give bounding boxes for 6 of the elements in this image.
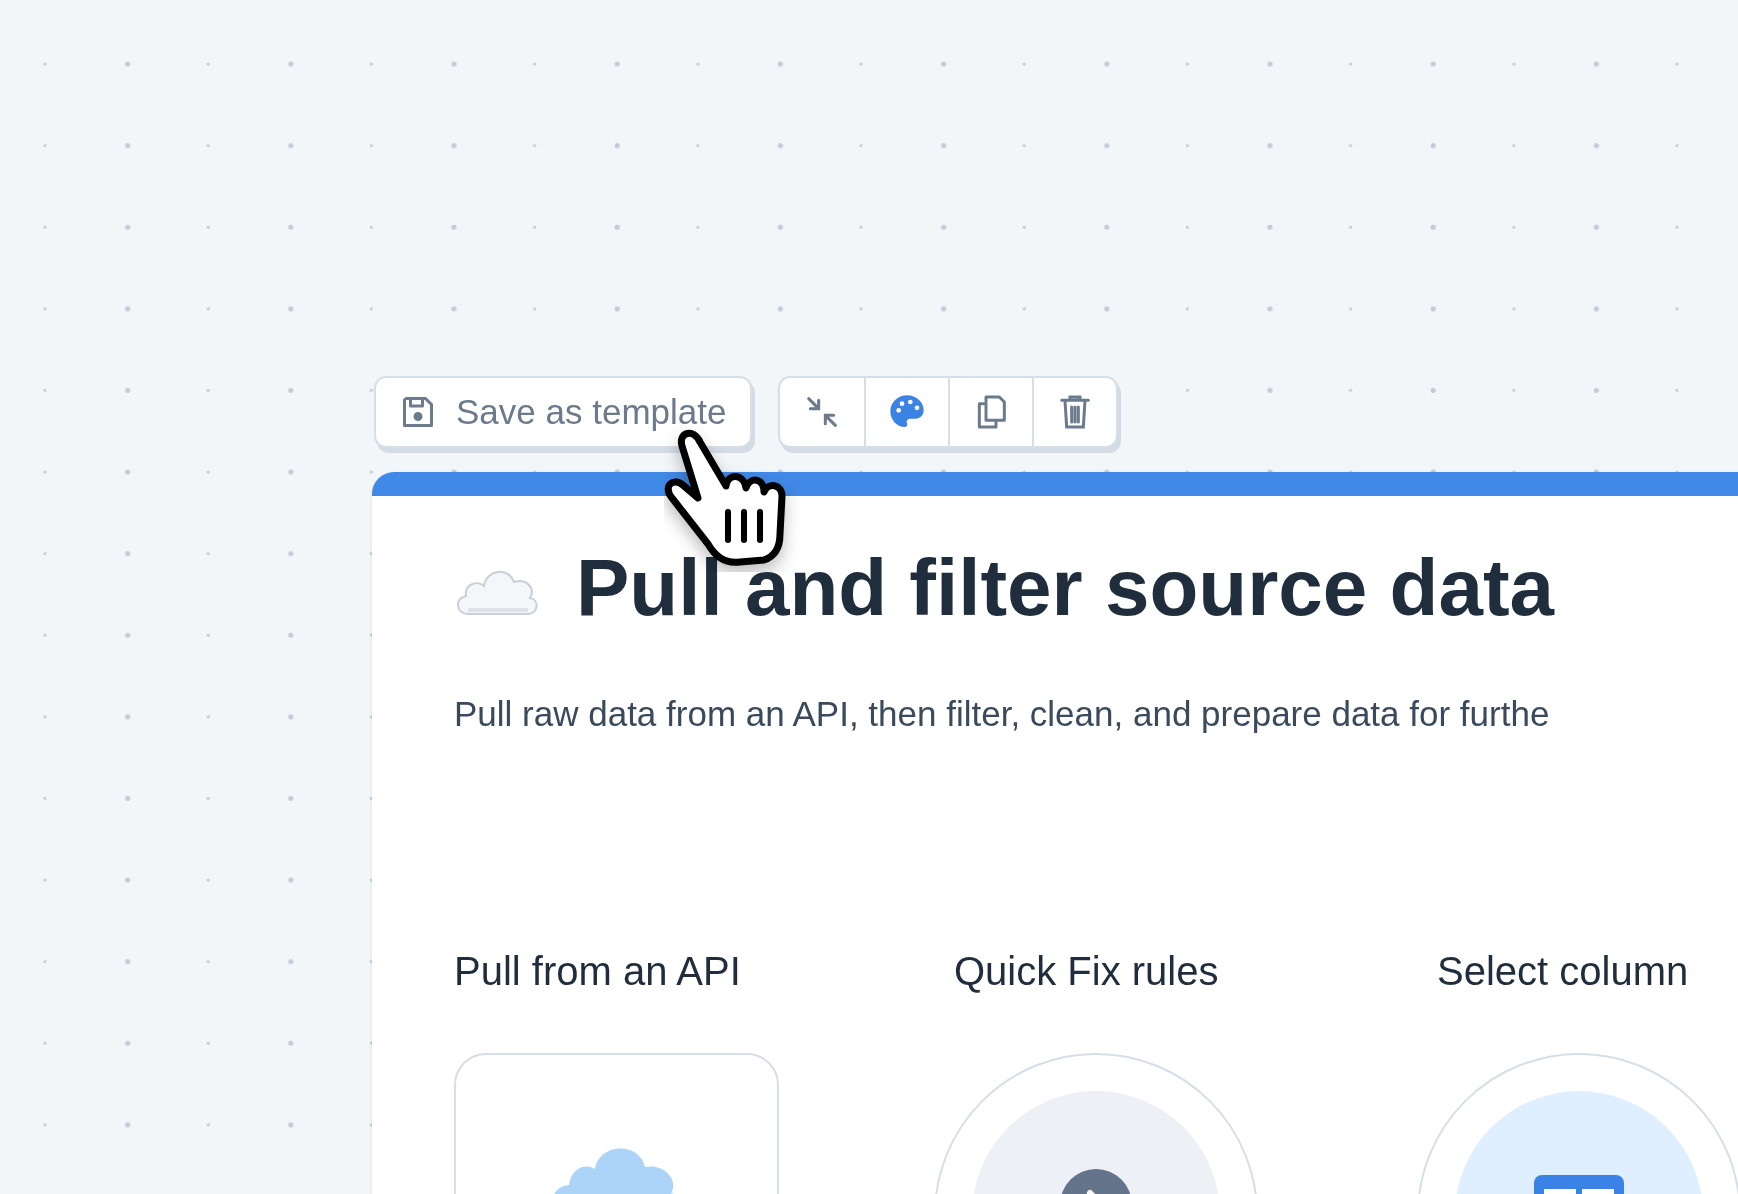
step-label: Select column (1437, 947, 1689, 995)
card-description: Pull raw data from an API, then filter, clean, and prepare data for furthe (454, 693, 1551, 735)
step-label: Quick Fix rules (954, 947, 1219, 995)
api-step-node[interactable] (454, 1052, 779, 1194)
card-title: Pull and filter source data (576, 548, 1554, 628)
step-label: Pull from an API (454, 947, 741, 995)
